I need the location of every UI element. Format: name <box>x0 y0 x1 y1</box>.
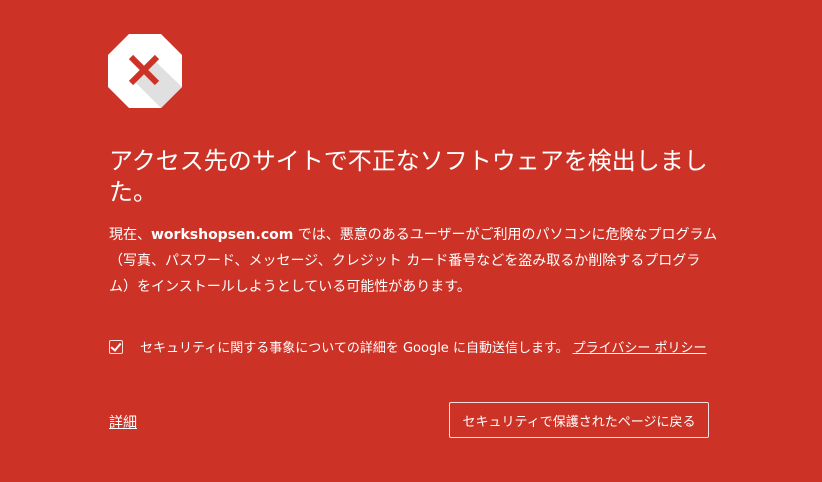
interstitial-page: アクセス先のサイトで不正なソフトウェアを検出しました。 現在、workshops… <box>0 0 822 482</box>
back-to-safety-button[interactable]: セキュリティで保護されたページに戻る <box>449 402 709 438</box>
x-octagon-icon <box>108 34 182 108</box>
privacy-policy-link[interactable]: プライバシー ポリシー <box>573 337 707 356</box>
report-optin-label: セキュリティに関する事象についての詳細を Google に自動送信します。 <box>140 341 569 356</box>
site-name: workshopsen.com <box>151 227 294 243</box>
report-checkbox[interactable] <box>109 339 123 354</box>
explanation-prefix: 現在、 <box>109 227 151 243</box>
page-title: アクセス先のサイトで不正なソフトウェアを検出しました。 <box>109 147 708 206</box>
report-optin: セキュリティに関する事象についての詳細を Google に自動送信します。 プラ… <box>109 337 707 356</box>
details-link[interactable]: 詳細 <box>109 412 137 432</box>
checkmark-icon <box>110 339 122 352</box>
explanation-paragraph: 現在、workshopsen.com では、悪意のあるユーザーがご利用のパソコン… <box>109 222 719 300</box>
